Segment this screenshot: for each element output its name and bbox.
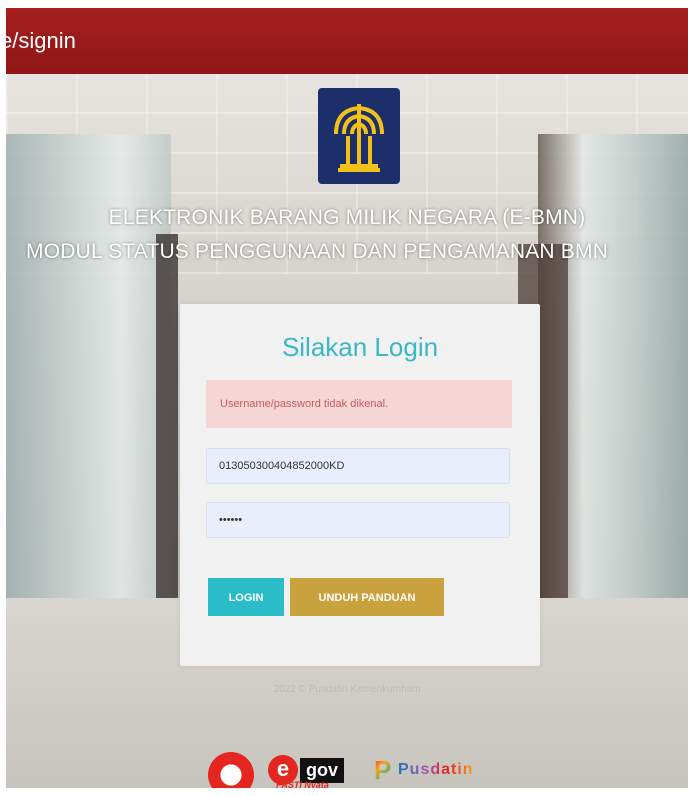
address-bar[interactable]: e/signin bbox=[6, 8, 688, 74]
copyright-text: 2022 © Pusdatin Kemenkumham bbox=[273, 684, 421, 695]
pusdatin-logo: P Pusdatin bbox=[374, 750, 514, 788]
pusdatin-wordmark: Pusdatin bbox=[398, 761, 474, 778]
egov-tagline: PASTI Nyata bbox=[276, 780, 329, 788]
password-input[interactable] bbox=[206, 502, 510, 538]
left-pillar bbox=[156, 234, 178, 654]
username-input[interactable] bbox=[206, 448, 510, 484]
kemenkumham-tree-emblem-icon bbox=[318, 88, 400, 184]
egov-logo: e gov PASTI Nyata bbox=[268, 750, 364, 788]
url-text: e/signin bbox=[6, 28, 76, 53]
download-guide-button[interactable]: UNDUH PANDUAN bbox=[290, 578, 444, 616]
app-title-line1: ELEKTRONIK BARANG MILIK NEGARA (E-BMN) bbox=[108, 206, 586, 229]
browser-frame: e/signin ELEKTRONIK BARANG MILIK NEGARA … bbox=[6, 8, 688, 788]
login-button[interactable]: LOGIN bbox=[208, 578, 284, 616]
login-heading: Silakan Login bbox=[281, 332, 439, 362]
egov-label: gov bbox=[300, 757, 345, 783]
app-title-line2: MODUL STATUS PENGGUNAAN DAN PENGAMANAN B… bbox=[26, 240, 609, 263]
login-card: Silakan Login Username/password tidak di… bbox=[180, 304, 540, 666]
error-alert: Username/password tidak dikenal. bbox=[206, 380, 512, 428]
pusdatin-p-icon: P bbox=[374, 755, 398, 785]
